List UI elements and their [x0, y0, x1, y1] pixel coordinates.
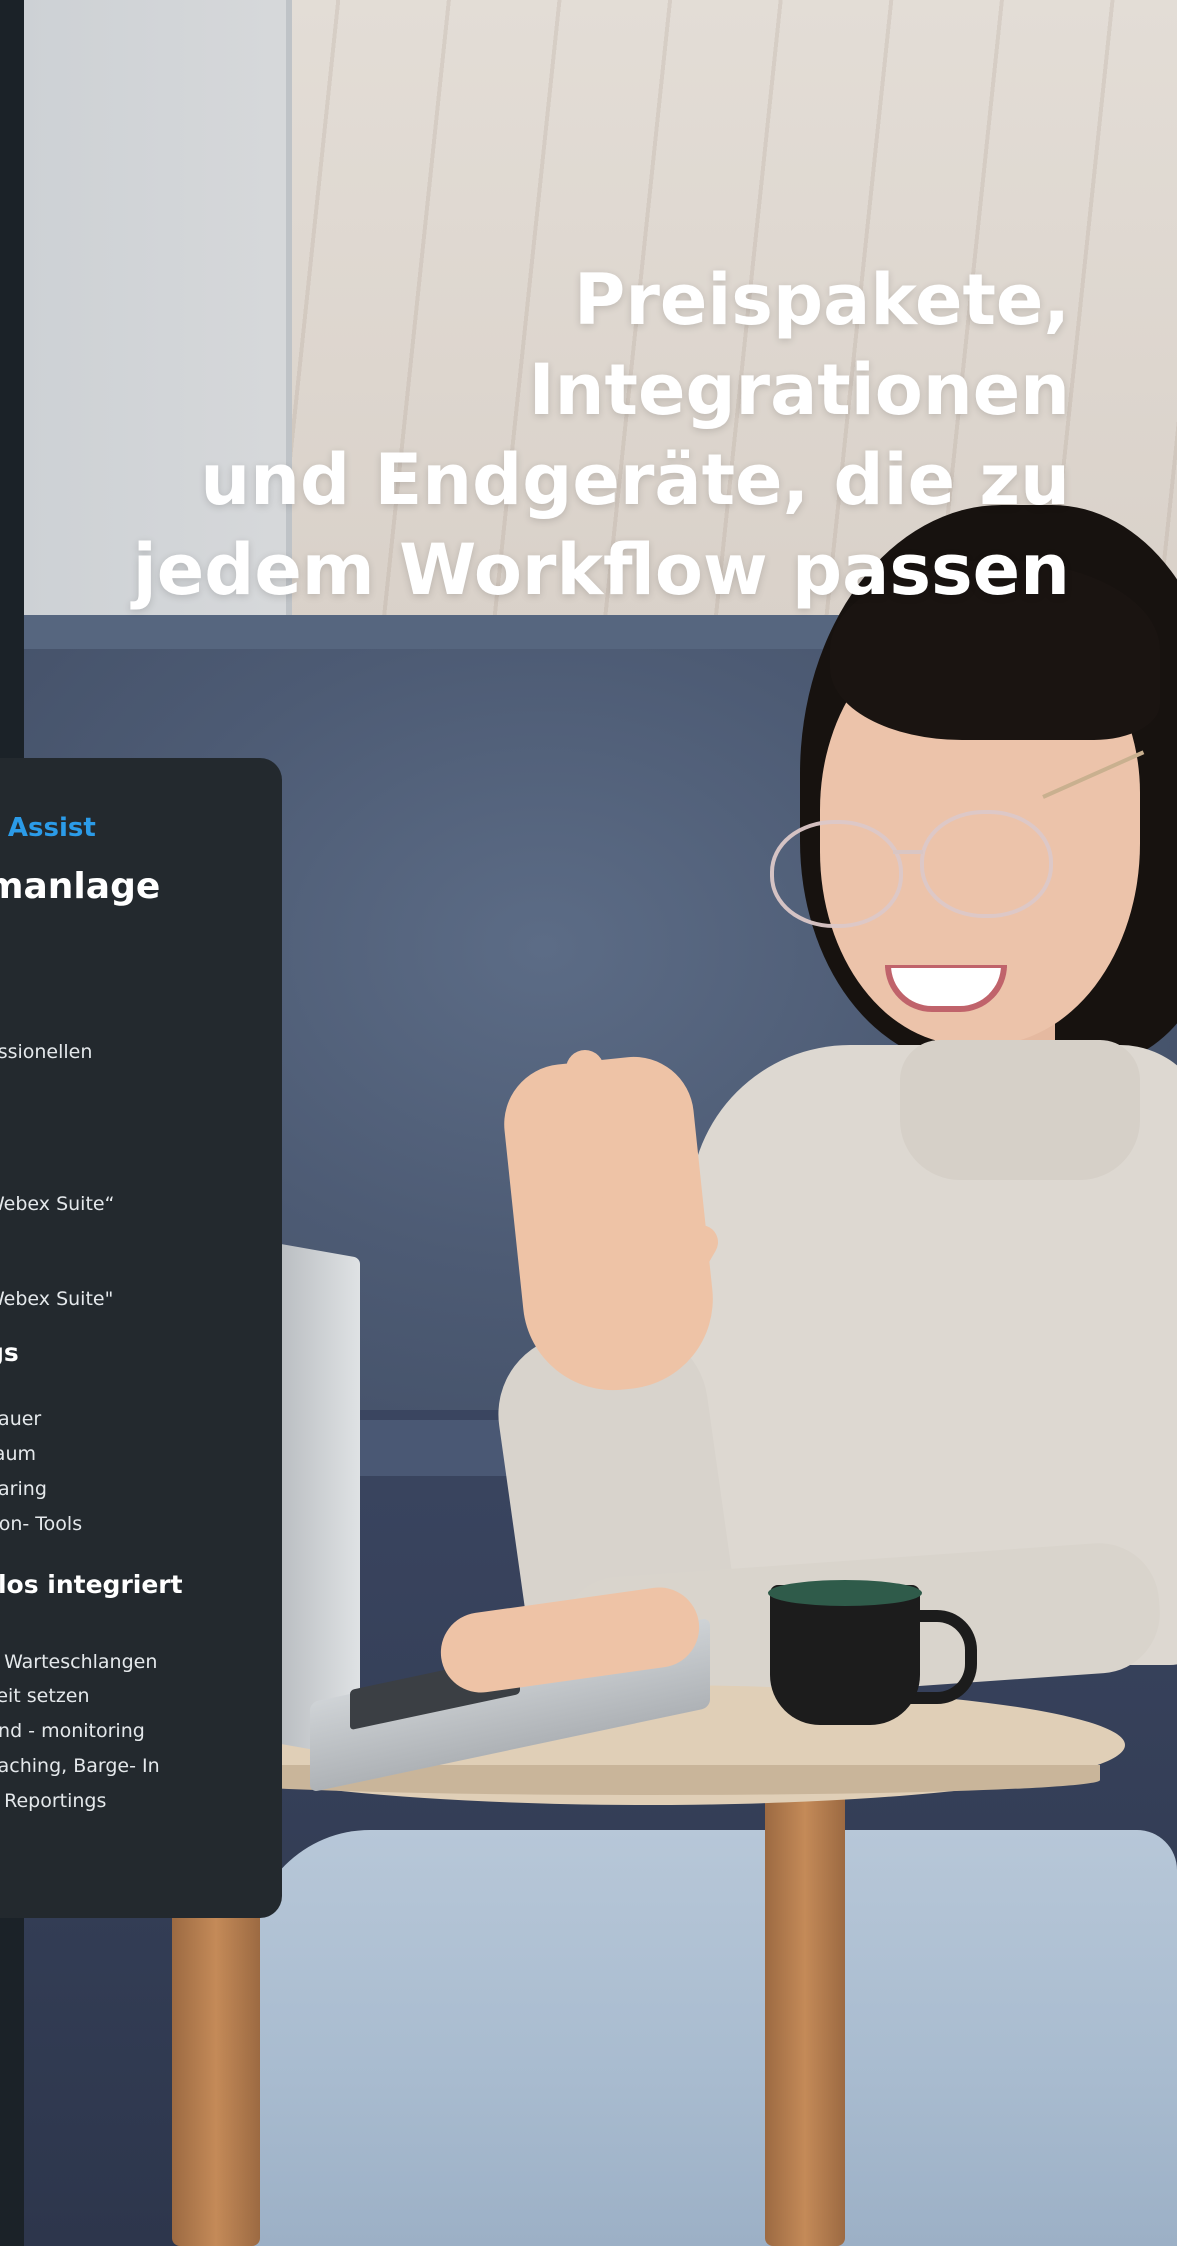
card-title: manlage	[0, 866, 161, 907]
jeans	[250, 1830, 1177, 2246]
sweater-collar	[900, 1040, 1140, 1180]
page-headline: Preispakete, Integrationen und Endgeräte…	[70, 255, 1070, 615]
headline-line-3: jedem Workflow passen	[132, 529, 1070, 611]
headline-line-2: und Endgeräte, die zu	[200, 439, 1070, 521]
list-item: und - monitoring	[0, 1720, 145, 1742]
card-subheading: tlos integriert	[0, 1570, 183, 1599]
info-card: r Assist manlage essionellen Webex Suite…	[0, 758, 282, 1918]
card-text: essionellen	[0, 1041, 93, 1063]
headline-line-1: Preispakete, Integrationen	[528, 259, 1070, 431]
finger	[616, 1065, 652, 1215]
glasses-bridge	[893, 850, 923, 854]
card-subheading: gs	[0, 1338, 19, 1367]
glasses-right-lens	[920, 810, 1053, 918]
list-item: oaching, Barge- In	[0, 1755, 160, 1777]
card-kicker: r Assist	[0, 813, 96, 843]
cup-rim	[768, 1580, 922, 1606]
list-item: n Warteschlangen	[0, 1651, 158, 1673]
table-leg	[765, 1790, 845, 2246]
laptop-screen	[270, 1242, 360, 1758]
card-text: Webex Suite“	[0, 1193, 115, 1215]
list-item: tion- Tools	[0, 1513, 83, 1535]
list-item: raum	[0, 1443, 37, 1465]
page: Preispakete, Integrationen und Endgeräte…	[0, 0, 1177, 2246]
list-item: keit setzen	[0, 1685, 90, 1707]
glasses-left-lens	[770, 820, 903, 928]
list-item: d Reportings	[0, 1790, 107, 1812]
finger	[566, 1050, 604, 1210]
coffee-cup	[770, 1585, 920, 1725]
card-text: Webex Suite"	[0, 1288, 114, 1310]
list-item: haring	[0, 1478, 47, 1500]
list-item: dauer	[0, 1408, 42, 1430]
